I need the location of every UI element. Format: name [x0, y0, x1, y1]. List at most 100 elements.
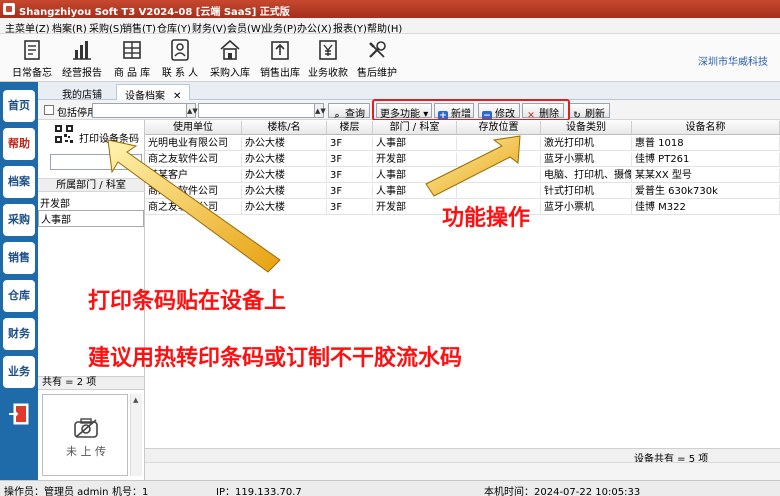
toolbar-memo-button[interactable]: 日常备忘 — [6, 36, 58, 80]
table-cell: 人事部 — [373, 137, 457, 150]
table-horizontal-scrollbar[interactable] — [145, 462, 780, 480]
toolbar-report-label: 经营报告 — [62, 68, 102, 79]
table-cell: 办公大楼 — [242, 169, 327, 182]
toolbar-memo-label: 日常备忘 — [12, 68, 52, 79]
print-barcode-label[interactable]: 打印设备条码 — [79, 130, 139, 145]
toolbar-contacts-label: 联 系 人 — [161, 68, 199, 79]
no-photo-camera-icon — [74, 418, 98, 438]
table-row[interactable]: 商之友软件公司 办公大楼 3F 开发部 蓝牙小票机 佳博 PT261 — [145, 152, 780, 167]
table-row[interactable]: 商之友软件公司 办公大楼 3F 人事部 针式打印机 爱普生 630k730k — [145, 184, 780, 199]
sidebar-item-help[interactable]: 帮助 — [3, 128, 35, 160]
table-cell: 办公大楼 — [242, 185, 327, 198]
sidebar-item-purchase[interactable]: 采购 — [3, 204, 35, 236]
column-header[interactable]: 存放位置 — [457, 121, 541, 134]
title-bar: Shangzhiyou Soft T3 V2024-08 [云端 SaaS] 正… — [0, 0, 780, 18]
sidebar-item-warehouse[interactable]: 仓库 — [3, 280, 35, 312]
column-header[interactable]: 部门 / 科室 — [373, 121, 457, 134]
toolbar-contacts-button[interactable]: 联 系 人 — [154, 36, 206, 80]
menu-office[interactable]: 办公(X) — [297, 20, 332, 35]
sidebar-item-home[interactable]: 首页 — [3, 90, 35, 122]
include-disabled-checkbox[interactable] — [44, 105, 54, 115]
sidebar-item-archive[interactable]: 档案 — [3, 166, 35, 198]
photo-preview[interactable]: 未 上 传 — [42, 394, 128, 476]
main-toolbar: 日常备忘 经营报告 商 品 库 联 系 人 采购入库 销售出库 业务收款 售后维… — [0, 34, 780, 82]
toolbar-after-sales-label: 售后维护 — [357, 68, 397, 79]
menu-member[interactable]: 会员(W) — [227, 20, 265, 35]
sidebar-item-finance[interactable]: 财务 — [3, 318, 35, 350]
sales-out-icon — [271, 41, 289, 60]
status-ip: IP：119.133.70.7 — [216, 487, 302, 496]
menu-finance[interactable]: 财务(V) — [192, 20, 227, 35]
department-header: 所属部门 / 科室 — [38, 178, 144, 192]
table-cell: 3F — [327, 201, 373, 214]
refresh-button[interactable]: ↻ 刷新 — [568, 103, 610, 121]
function-highlight-box — [372, 99, 570, 121]
sidebar-item-sales[interactable]: 销售 — [3, 242, 35, 274]
table-cell: 人事部 — [373, 169, 457, 182]
toolbar-products-label: 商 品 库 — [113, 68, 151, 79]
menu-main[interactable]: 主菜单(Z) — [5, 20, 50, 35]
app-logo-icon — [3, 3, 15, 15]
qr-code-icon[interactable] — [54, 124, 74, 144]
table-cell: 商之友软件公司 — [145, 185, 242, 198]
table-footer: 设备共有 = 5 项 — [145, 448, 780, 465]
tab-bar: 我的店铺 设备档案 ✕ — [38, 82, 780, 102]
table-cell: 爱普生 630k730k — [632, 185, 780, 198]
table-row[interactable]: 某某客户 办公大楼 3F 人事部 电脑、打印机、摄像枪 某某XX 型号 — [145, 168, 780, 183]
department-item[interactable]: 开发部 — [40, 195, 70, 210]
toolbar-payment-button[interactable]: 业务收款 — [302, 36, 354, 80]
left-sidebar: 首页 帮助 档案 采购 销售 仓库 财务 业务 — [0, 82, 38, 480]
search-dropdown-arrow-icon[interactable]: ▲▼ — [314, 103, 326, 118]
menu-help[interactable]: 帮助(H) — [367, 20, 402, 35]
sidebar-item-business[interactable]: 业务 — [3, 356, 35, 388]
table-cell: 办公大楼 — [242, 201, 327, 214]
status-machine: 机号：1 — [112, 487, 149, 496]
department-search-input[interactable] — [50, 154, 142, 170]
refresh-label: 刷新 — [585, 109, 605, 120]
table-cell: 佳博 PT261 — [632, 153, 780, 166]
column-header[interactable]: 设备名称 — [632, 121, 780, 134]
category-select[interactable] — [92, 103, 196, 118]
table-cell: 人事部 — [373, 185, 457, 198]
toolbar-after-sales-button[interactable]: 售后维护 — [351, 36, 403, 80]
search-input[interactable] — [198, 103, 324, 118]
tab-equipment-archive[interactable]: 设备档案 ✕ — [116, 84, 191, 102]
toolbar-report-button[interactable]: 经营报告 — [56, 36, 108, 80]
query-button[interactable]: ⌕ 查询 — [328, 103, 370, 121]
annotation-print-tip: 打印条码贴在设备上 — [88, 289, 287, 314]
table-cell: 惠普 1018 — [632, 137, 780, 150]
photo-status: 未 上 传 — [66, 445, 106, 458]
table-cell: 针式打印机 — [541, 185, 632, 198]
annotation-function-ops: 功能操作 — [442, 206, 531, 231]
toolbar-sales-out-button[interactable]: 销售出库 — [254, 36, 306, 80]
menu-sales[interactable]: 销售(T) — [122, 20, 156, 35]
menu-archive[interactable]: 档案(R) — [52, 20, 87, 35]
scroll-up-icon[interactable]: ▲ — [133, 396, 138, 404]
category-dropdown-arrow-icon[interactable]: ▲▼ — [186, 103, 198, 118]
tools-icon — [369, 41, 386, 58]
company-name: 深圳市华威科技 — [698, 57, 768, 68]
annotation-suggest-tip: 建议用热转印条码或订制不干胶流水码 — [88, 346, 463, 371]
table-header: 使用单位 楼栋/名 楼层 部门 / 科室 存放位置 设备类别 设备名称 — [145, 120, 780, 135]
column-header[interactable]: 使用单位 — [145, 121, 242, 134]
table-cell: 电脑、打印机、摄像枪 — [541, 169, 632, 182]
column-header[interactable]: 楼栋/名 — [242, 121, 327, 134]
toolbar-purchase-in-button[interactable]: 采购入库 — [204, 36, 256, 80]
toolbar-sales-out-label: 销售出库 — [260, 68, 300, 79]
column-header[interactable]: 楼层 — [327, 121, 373, 134]
department-item[interactable]: 人事部 — [38, 210, 144, 227]
toolbar-products-button[interactable]: 商 品 库 — [106, 36, 158, 80]
table-cell: 蓝牙小票机 — [541, 201, 632, 214]
column-header[interactable]: 设备类别 — [541, 121, 632, 134]
table-cell: 蓝牙小票机 — [541, 153, 632, 166]
menu-purchase[interactable]: 采购(S) — [89, 20, 123, 35]
table-cell: 商之友软件公司 — [145, 201, 242, 214]
exit-door-icon[interactable] — [8, 402, 30, 426]
tab-my-store[interactable]: 我的店铺 — [54, 84, 110, 101]
menu-reports[interactable]: 报表(Y) — [333, 20, 367, 35]
menu-warehouse[interactable]: 仓库(Y) — [157, 20, 191, 35]
memo-icon — [24, 40, 40, 60]
menu-business[interactable]: 业务(P) — [263, 20, 297, 35]
photo-scrollbar[interactable]: ▲ — [130, 394, 142, 476]
table-row[interactable]: 光明电业有限公司 办公大楼 3F 人事部 激光打印机 惠普 1018 — [145, 136, 780, 151]
